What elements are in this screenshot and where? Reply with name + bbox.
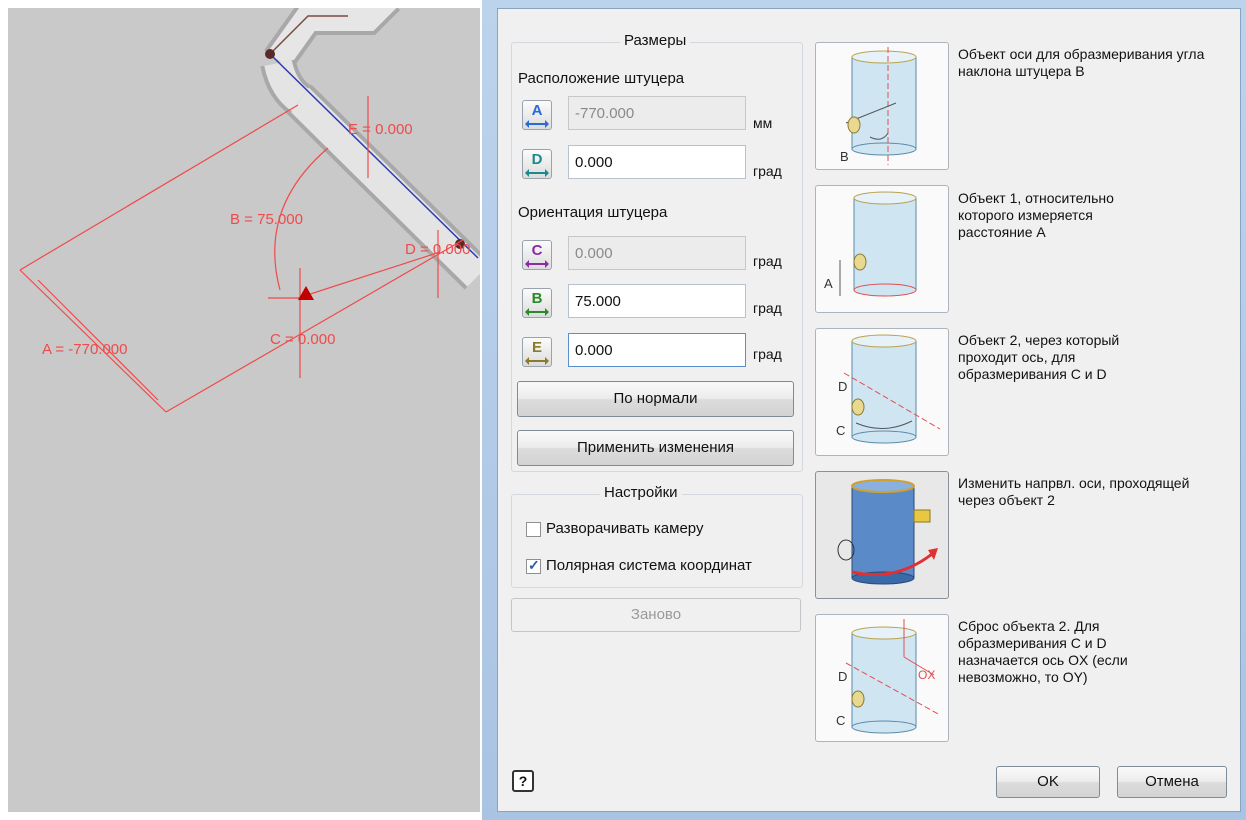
dimension-d-input[interactable] xyxy=(568,145,746,179)
object-1-button[interactable]: A xyxy=(815,185,949,313)
polar-coordinates-checkbox[interactable] xyxy=(526,557,541,574)
ok-button[interactable]: OK xyxy=(996,766,1100,798)
dimension-e-letter: E xyxy=(531,339,542,356)
axis-point xyxy=(265,49,275,59)
dimension-d-letter: D xyxy=(531,151,543,168)
arrows-icon xyxy=(525,260,549,268)
dimension-a-unit: мм xyxy=(753,115,773,131)
polar-coordinates-label: Полярная система координат xyxy=(546,557,752,574)
reset-button[interactable]: Заново xyxy=(511,598,801,632)
illustration-label-d: D xyxy=(838,379,847,394)
arrows-icon xyxy=(525,308,549,316)
rotate-camera-checkbox[interactable] xyxy=(526,522,541,537)
normal-button[interactable]: По нормали xyxy=(517,381,794,417)
dimension-a-button[interactable]: A xyxy=(522,100,552,130)
illustration-label-a: A xyxy=(824,276,833,291)
illustration-label-b: B xyxy=(840,149,849,164)
help-button[interactable]: ? xyxy=(512,770,534,792)
location-heading: Расположение штуцера xyxy=(518,70,685,87)
dim-label-a: A = -770.000 xyxy=(42,341,128,358)
arrows-icon xyxy=(525,169,549,177)
axis-object-description: Объект оси для образмеривания угла накло… xyxy=(958,46,1205,79)
object-2-button[interactable]: D C xyxy=(815,328,949,456)
dim-label-d: D = 0.000 xyxy=(405,241,470,258)
dimension-c-input[interactable] xyxy=(568,236,746,270)
change-axis-direction-button[interactable] xyxy=(815,471,949,599)
illustration-label-c: C xyxy=(836,423,845,438)
object-2-description: Объект 2, через который проходит ось, дл… xyxy=(958,332,1120,382)
settings-group-title: Настройки xyxy=(600,484,682,501)
illustration-label-d: D xyxy=(838,669,847,684)
dimension-a-input[interactable] xyxy=(568,96,746,130)
orientation-heading: Ориентация штуцера xyxy=(518,204,668,221)
dimension-b-input[interactable] xyxy=(568,284,746,318)
illustration-label-ox: OX xyxy=(918,668,935,682)
dimension-c-button[interactable]: C xyxy=(522,240,552,270)
arrows-icon xyxy=(525,357,549,365)
dimension-d-unit: град xyxy=(753,163,782,179)
arrows-icon xyxy=(525,120,549,128)
dimension-e-unit: град xyxy=(753,346,782,362)
dimension-a-letter: A xyxy=(531,102,543,119)
dim-label-c: C = 0.000 xyxy=(270,331,335,348)
change-axis-description: Изменить напрвл. оси, проходящей через о… xyxy=(958,475,1190,508)
sizes-group-title: Размеры xyxy=(620,32,691,49)
viewport-drawing: B = 75.000 E = 0.000 D = 0.000 C = 0.000… xyxy=(19,8,480,413)
reset-object-2-description: Сброс объекта 2. Для образмеривания C и … xyxy=(958,618,1128,685)
cylinder-axis-icon: D C xyxy=(836,334,941,444)
reset-object-2-button[interactable]: OX D C xyxy=(815,614,949,742)
cancel-button[interactable]: Отмена xyxy=(1117,766,1227,798)
rotate-camera-label: Разворачивать камеру xyxy=(546,520,704,537)
cylinder-ox-icon: OX D C xyxy=(836,619,941,734)
dimension-e-input[interactable] xyxy=(568,333,746,367)
dimension-lines xyxy=(19,96,464,413)
dimension-d-button[interactable]: D xyxy=(522,149,552,179)
cylinder-rotate-icon xyxy=(837,479,938,585)
dimension-b-unit: град xyxy=(753,300,782,316)
cylinder-distance-icon: A xyxy=(824,191,917,297)
dim-label-e: E = 0.000 xyxy=(348,121,413,138)
dimension-b-button[interactable]: B xyxy=(522,288,552,318)
axis-object-button[interactable]: B xyxy=(815,42,949,170)
illustration-label-c: C xyxy=(836,713,845,728)
dimension-e-button[interactable]: E xyxy=(522,337,552,367)
3d-viewport[interactable]: B = 75.000 E = 0.000 D = 0.000 C = 0.000… xyxy=(8,8,480,812)
dimension-c-unit: град xyxy=(753,253,782,269)
apply-changes-button[interactable]: Применить изменения xyxy=(517,430,794,466)
dimension-b-letter: B xyxy=(531,290,543,307)
dimension-c-letter: C xyxy=(531,242,543,259)
dim-label-b: B = 75.000 xyxy=(230,211,303,228)
cylinder-angle-icon: B xyxy=(840,47,917,165)
object-1-description: Объект 1, относительно которого измеряет… xyxy=(958,190,1114,240)
